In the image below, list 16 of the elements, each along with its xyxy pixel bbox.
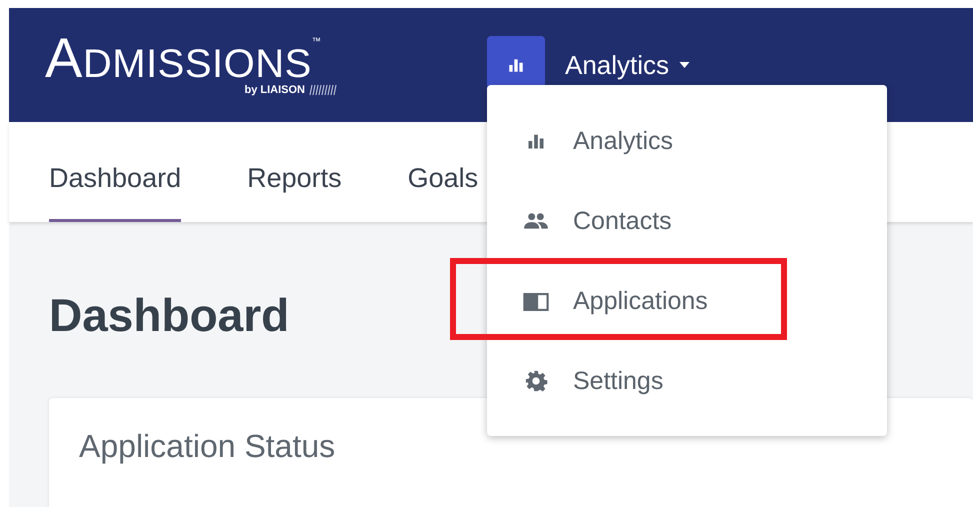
logo-wordmark: ADMISSIONS bbox=[45, 30, 312, 86]
app-menu-button[interactable]: Analytics bbox=[565, 50, 690, 80]
page-title: Dashboard bbox=[49, 288, 290, 342]
trademark-mark: ™ bbox=[312, 36, 321, 46]
menu-item[interactable]: Applications bbox=[487, 271, 708, 331]
caret-icon bbox=[679, 62, 690, 68]
nav-tab[interactable]: Goals bbox=[408, 122, 478, 222]
menu-item[interactable]: Analytics bbox=[487, 111, 674, 171]
menu-item[interactable]: Contacts bbox=[487, 191, 672, 251]
people-icon bbox=[523, 212, 549, 230]
settings-icon bbox=[523, 370, 549, 392]
menu-item[interactable]: Settings bbox=[487, 351, 664, 411]
nav-tab[interactable]: Reports bbox=[247, 122, 342, 222]
logo-byline: by LIAISON bbox=[244, 84, 305, 96]
stripes-icon bbox=[309, 84, 339, 96]
card-title: Application Status bbox=[79, 428, 336, 465]
